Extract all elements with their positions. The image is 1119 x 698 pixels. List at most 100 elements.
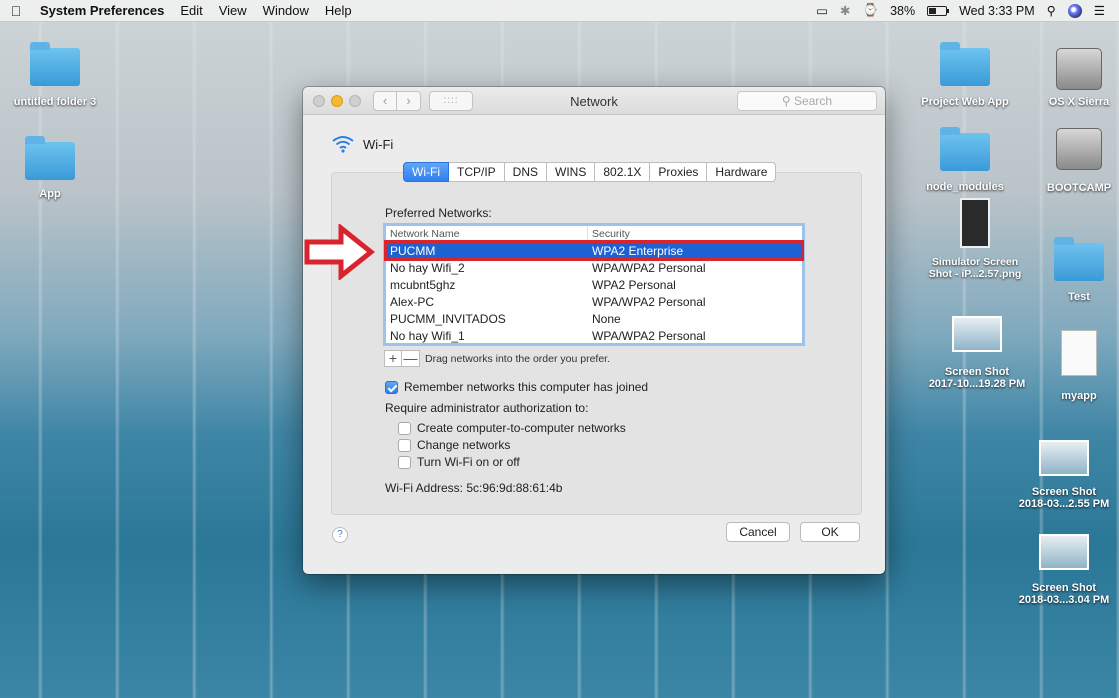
preferred-networks-label: Preferred Networks:: [385, 206, 492, 220]
option-label[interactable]: Create computer-to-computer networks: [417, 421, 626, 435]
help-button[interactable]: ?: [332, 527, 348, 543]
window-titlebar[interactable]: ‹ › :::: Network ⚲ Search: [303, 87, 885, 115]
image-thumbnail-icon: [960, 198, 990, 248]
document-icon: [1061, 330, 1097, 376]
desktop-file-simulator-screenshot[interactable]: Simulator Screen Shot - iP...2.57.png: [920, 198, 1030, 280]
desktop-folder-untitled-3[interactable]: untitled folder 3: [10, 42, 100, 108]
folder-icon: [940, 42, 990, 86]
desktop-icon-label: Screen Shot: [1031, 582, 1097, 594]
remember-networks-checkbox[interactable]: [385, 380, 398, 394]
column-header-security[interactable]: Security: [588, 226, 802, 241]
menu-view[interactable]: View: [211, 3, 255, 18]
desktop-icon-label: myapp: [1061, 390, 1097, 402]
desktop-folder-test[interactable]: Test: [1040, 237, 1118, 303]
desktop-file-myapp[interactable]: myapp: [1040, 330, 1118, 402]
remove-network-button[interactable]: —: [402, 350, 420, 367]
image-thumbnail-icon: [1039, 440, 1089, 476]
network-preferences-window: ‹ › :::: Network ⚲ Search Wi-Fi Wi-Fi TC…: [303, 87, 885, 574]
preferred-networks-table[interactable]: Network Name Security PUCMM WPA2 Enterpr…: [383, 223, 805, 346]
tab-wins[interactable]: WINS: [547, 162, 596, 182]
table-row[interactable]: mcubnt5ghz WPA2 Personal: [386, 276, 802, 293]
bluetooth-icon[interactable]: ✱: [840, 3, 850, 18]
table-row[interactable]: Alex-PC WPA/WPA2 Personal: [386, 293, 802, 310]
desktop-icon-label: 2017-10...19.28 PM: [928, 378, 1026, 390]
menu-app-name[interactable]: System Preferences: [32, 3, 172, 18]
desktop-folder-project-web-app[interactable]: Project Web App: [910, 42, 1020, 108]
folder-icon: [25, 136, 75, 180]
siri-icon[interactable]: [1067, 3, 1082, 18]
security-cell: WPA/WPA2 Personal: [592, 260, 706, 275]
desktop-icon-label: OS X Sierra: [1048, 96, 1110, 108]
battery-icon[interactable]: [927, 5, 950, 16]
image-thumbnail-icon: [952, 316, 1002, 352]
table-row[interactable]: No hay Wifi_2 WPA/WPA2 Personal: [386, 259, 802, 276]
service-header: Wi-Fi: [331, 135, 393, 153]
desktop-file-screenshot-2018-a[interactable]: Screen Shot 2018-03...2.55 PM: [1010, 440, 1118, 510]
tab-hardware[interactable]: Hardware: [707, 162, 777, 182]
hard-disk-icon: [1056, 128, 1102, 170]
desktop-icon-label: Test: [1068, 291, 1090, 303]
folder-icon: [940, 127, 990, 171]
spotlight-icon[interactable]: ⚲: [1047, 3, 1056, 18]
table-header: Network Name Security: [386, 226, 802, 242]
desktop-disk-os-x-sierra[interactable]: OS X Sierra: [1040, 48, 1118, 108]
option-row-computer-to-computer: Create computer-to-computer networks: [398, 421, 626, 435]
security-cell: WPA2 Enterprise: [592, 243, 684, 258]
menu-window[interactable]: Window: [255, 3, 317, 18]
search-placeholder: Search: [794, 94, 833, 108]
ok-button[interactable]: OK: [800, 522, 860, 542]
wifi-status-icon[interactable]: ⌚: [863, 3, 879, 18]
red-arrow-annotation: [304, 224, 375, 280]
drag-hint-text: Drag networks into the order you prefer.: [425, 353, 611, 365]
notification-center-icon[interactable]: ☰: [1094, 3, 1105, 18]
turn-wifi-checkbox[interactable]: [398, 455, 411, 469]
desktop-file-screenshot-2018-b[interactable]: Screen Shot 2018-03...3.04 PM: [1010, 534, 1118, 606]
menu-bar:  System Preferences Edit View Window He…: [0, 0, 1119, 22]
menu-edit[interactable]: Edit: [172, 3, 210, 18]
hard-disk-icon: [1056, 48, 1102, 90]
table-row[interactable]: PUCMM_INVITADOS None: [386, 310, 802, 327]
desktop-icon-label: 2018-03...2.55 PM: [1018, 498, 1110, 510]
desktop-folder-app[interactable]: App: [10, 136, 90, 200]
settings-tabs: Wi-Fi TCP/IP DNS WINS 802.1X Proxies Har…: [403, 162, 777, 182]
tab-dns[interactable]: DNS: [504, 162, 547, 182]
tab-wifi[interactable]: Wi-Fi: [403, 162, 449, 182]
desktop-icon-label: 2018-03...3.04 PM: [1018, 594, 1110, 606]
desktop-disk-bootcamp[interactable]: BOOTCAMP: [1040, 128, 1118, 194]
column-header-network-name[interactable]: Network Name: [386, 226, 588, 241]
table-row[interactable]: No hay Wifi_1 WPA/WPA2 Personal: [386, 327, 802, 344]
desktop-icon-label: Project Web App: [921, 96, 1009, 108]
network-name-cell: mcubnt5ghz: [390, 277, 456, 292]
network-name-cell: PUCMM_INVITADOS: [390, 311, 506, 326]
option-label[interactable]: Turn Wi-Fi on or off: [417, 455, 520, 469]
security-cell: WPA2 Personal: [592, 277, 676, 292]
require-admin-label: Require administrator authorization to:: [385, 401, 589, 415]
menu-help[interactable]: Help: [317, 3, 360, 18]
option-row-turn-wifi: Turn Wi-Fi on or off: [398, 455, 520, 469]
desktop-file-screenshot-2017[interactable]: Screen Shot 2017-10...19.28 PM: [922, 316, 1032, 390]
menu-clock[interactable]: Wed 3:33 PM: [959, 4, 1035, 18]
apple-menu-icon[interactable]: : [0, 3, 32, 19]
computer-to-computer-checkbox[interactable]: [398, 421, 411, 435]
add-network-button[interactable]: +: [384, 350, 402, 367]
folder-icon: [1054, 237, 1104, 281]
remember-networks-label[interactable]: Remember networks this computer has join…: [404, 380, 648, 394]
tab-8021x[interactable]: 802.1X: [595, 162, 651, 182]
change-networks-checkbox[interactable]: [398, 438, 411, 452]
option-label[interactable]: Change networks: [417, 438, 510, 452]
search-icon: ⚲: [781, 94, 791, 108]
network-name-cell: PUCMM: [390, 243, 436, 258]
desktop-folder-node-modules[interactable]: node_modules: [915, 127, 1015, 193]
tab-tcpip[interactable]: TCP/IP: [448, 162, 505, 182]
cancel-button[interactable]: Cancel: [726, 522, 790, 542]
table-row[interactable]: PUCMM WPA2 Enterprise: [384, 240, 804, 261]
airplay-icon[interactable]: ▭: [816, 3, 828, 18]
desktop-icon-label: Simulator Screen Shot - iP...2.57.png: [928, 256, 1022, 280]
security-cell: WPA/WPA2 Personal: [592, 294, 706, 309]
network-name-cell: Alex-PC: [390, 294, 435, 309]
search-field[interactable]: ⚲ Search: [737, 91, 877, 111]
desktop-icon-label: node_modules: [926, 181, 1004, 193]
image-thumbnail-icon: [1039, 534, 1089, 570]
tab-proxies[interactable]: Proxies: [650, 162, 708, 182]
battery-percent[interactable]: 38%: [890, 4, 915, 18]
